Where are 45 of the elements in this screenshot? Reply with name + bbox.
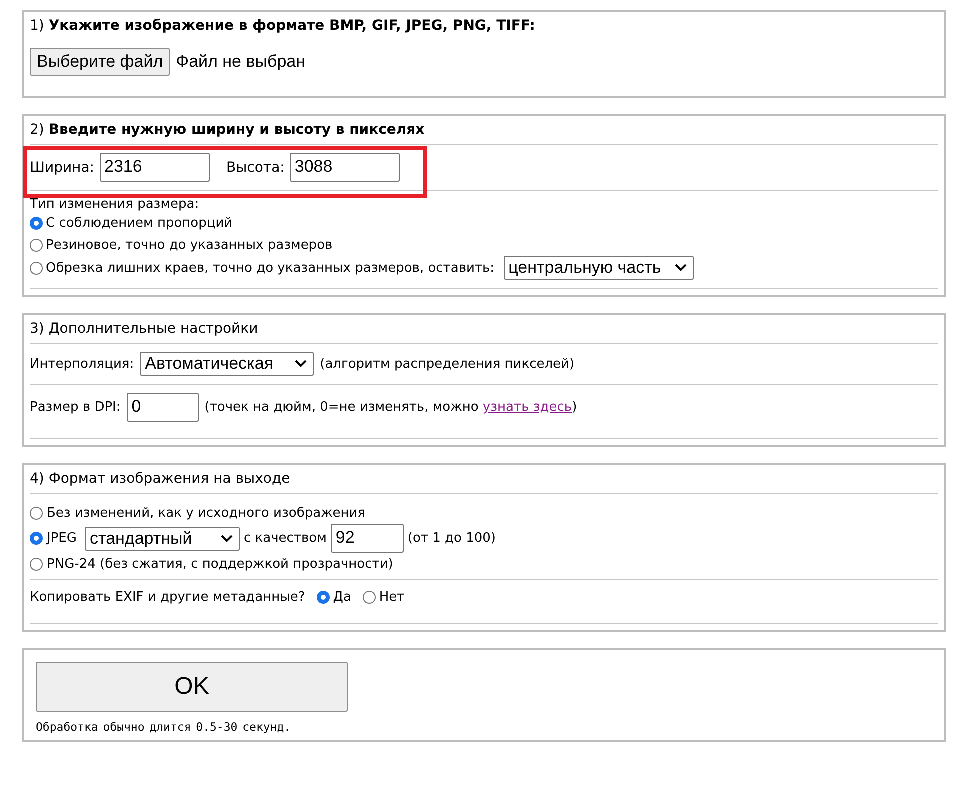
- dpi-note: (точек на дюйм, 0=не изменять, можно узнать здесь): [204, 400, 578, 415]
- radio-button[interactable]: [363, 591, 376, 604]
- section-title: 3) Дополнительные настройки: [30, 321, 258, 337]
- radio-button[interactable]: [30, 262, 43, 274]
- interpolation-note: (алгоритм распределения пикселей): [320, 356, 575, 372]
- height-label: Высота:: [226, 160, 285, 176]
- exif-label: Копировать EXIF и другие метаданные?: [30, 590, 306, 605]
- radio-button[interactable]: [317, 591, 330, 604]
- radio-label: С соблюдением пропорций: [46, 216, 233, 230]
- height-field[interactable]: 3088: [290, 153, 400, 182]
- radio-label: Резиновое, точно до указанных размеров: [46, 238, 333, 252]
- file-status: Файл не выбран: [176, 52, 306, 72]
- section-title: 1) Укажите изображение в формате BMP, GIF, JPEG, PNG, TIFF:: [30, 18, 536, 34]
- radio-button[interactable]: [30, 532, 43, 545]
- radio-button[interactable]: [30, 506, 43, 520]
- dpi-label: Размер в DPI:: [30, 400, 121, 415]
- quality-field[interactable]: 92: [330, 524, 404, 553]
- radio-label: Обрезка лишних краев, точно до указанных размеров, оставить:: [46, 260, 495, 276]
- section-title: 4) Формат изображения на выходе: [30, 471, 290, 487]
- learn-here-link[interactable]: узнать здесь: [482, 400, 572, 415]
- dpi-field[interactable]: 0: [126, 393, 199, 422]
- quality-range-note: (от 1 до 100): [408, 531, 496, 546]
- crop-dropdown[interactable]: центральную часть: [504, 256, 694, 280]
- chevron-icon: [295, 360, 308, 368]
- radio-button[interactable]: [30, 216, 43, 230]
- chevron-icon: [220, 534, 233, 542]
- processing-note: Обработка обычно длится 0.5-30 секунд.: [36, 719, 292, 734]
- width-label: Ширина:: [30, 160, 95, 176]
- radio-label: Да: [333, 590, 352, 605]
- jpeg-mode-dropdown[interactable]: стандартный: [84, 526, 240, 550]
- quality-label: с качеством: [244, 531, 327, 546]
- choose-file-button[interactable]: Выберите файл: [30, 48, 170, 76]
- resize-type-label: Тип изменения размера:: [30, 196, 200, 212]
- interpolation-dropdown[interactable]: Автоматическая: [140, 352, 314, 376]
- radio-button[interactable]: [30, 558, 43, 570]
- radio-button[interactable]: [30, 238, 43, 252]
- radio-label: Нет: [379, 590, 405, 605]
- radio-label: Без изменений, как у исходного изображения: [47, 506, 366, 520]
- interpolation-label: Интерполяция:: [30, 356, 134, 372]
- ok-button[interactable]: OK: [36, 662, 348, 712]
- radio-label: PNG-24 (без сжатия, с поддержкой прозрачности): [47, 556, 394, 572]
- width-field[interactable]: 2316: [100, 153, 210, 182]
- chevron-icon: [675, 264, 688, 272]
- radio-label: JPEG: [47, 531, 77, 546]
- section-title: 2) Введите нужную ширину и высоту в пикселях: [30, 122, 425, 138]
